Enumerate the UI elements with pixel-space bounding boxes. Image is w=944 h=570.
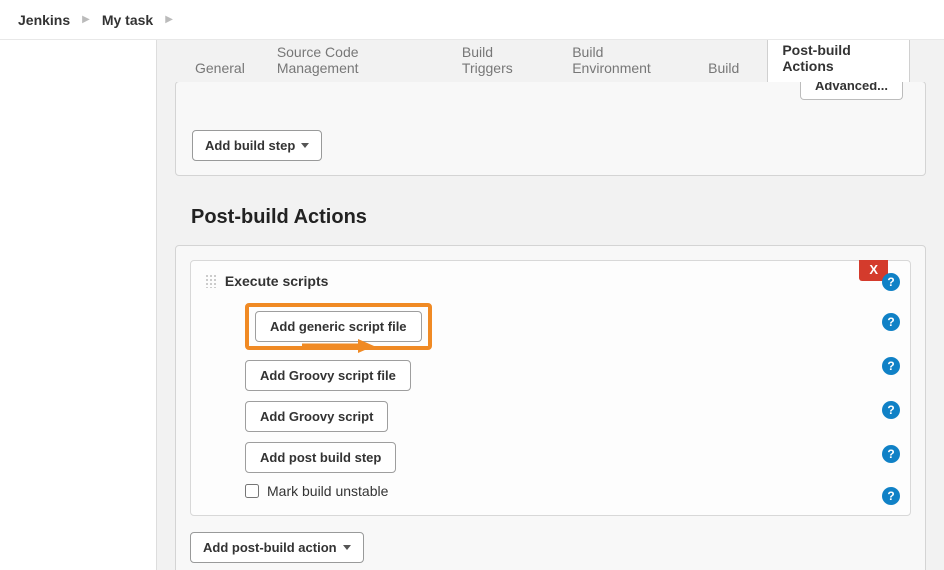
add-generic-script-file-button[interactable]: Add generic script file [255, 311, 422, 342]
help-icon[interactable]: ? [882, 357, 900, 375]
add-post-build-step-button[interactable]: Add post build step [245, 442, 396, 473]
tab-scm[interactable]: Source Code Management [273, 40, 434, 82]
tab-build-environment[interactable]: Build Environment [568, 40, 680, 82]
caret-down-icon [343, 545, 351, 550]
add-build-step-label: Add build step [205, 138, 295, 153]
drag-handle-icon[interactable] [205, 274, 217, 288]
add-post-build-action-button[interactable]: Add post-build action [190, 532, 364, 563]
help-icon[interactable]: ? [882, 273, 900, 291]
add-groovy-script-button[interactable]: Add Groovy script [245, 401, 388, 432]
tab-build-triggers[interactable]: Build Triggers [458, 40, 544, 82]
sidebar [0, 40, 156, 570]
help-icon[interactable]: ? [882, 313, 900, 331]
help-icon[interactable]: ? [882, 401, 900, 419]
breadcrumb: Jenkins ▶ My task ▶ [0, 0, 944, 40]
caret-down-icon [301, 143, 309, 148]
chevron-right-icon: ▶ [82, 14, 90, 25]
add-groovy-script-file-button[interactable]: Add Groovy script file [245, 360, 411, 391]
tab-general[interactable]: General [191, 54, 249, 82]
post-build-panel: X Execute scripts ? Add generic script f… [175, 245, 926, 570]
execute-scripts-header: Execute scripts [205, 273, 896, 289]
chevron-right-icon: ▶ [165, 14, 173, 25]
add-build-step-button[interactable]: Add build step [192, 130, 322, 161]
highlight-callout: Add generic script file [245, 303, 432, 350]
help-icon[interactable]: ? [882, 487, 900, 505]
main-panel: General Source Code Management Build Tri… [156, 40, 944, 570]
tab-build[interactable]: Build [704, 54, 743, 82]
execute-scripts-label: Execute scripts [225, 273, 329, 289]
build-section: Advanced... Add build step [175, 81, 926, 176]
config-tabs: General Source Code Management Build Tri… [157, 40, 944, 82]
add-post-build-action-label: Add post-build action [203, 540, 337, 555]
breadcrumb-item[interactable]: My task [102, 12, 153, 28]
breadcrumb-root[interactable]: Jenkins [18, 12, 70, 28]
post-build-actions-title: Post-build Actions [191, 206, 944, 229]
mark-build-unstable-label: Mark build unstable [267, 483, 388, 499]
mark-build-unstable-checkbox[interactable] [245, 484, 259, 498]
execute-scripts-block: X Execute scripts ? Add generic script f… [190, 260, 911, 516]
tab-post-build-actions[interactable]: Post-build Actions [767, 40, 910, 82]
help-icon[interactable]: ? [882, 445, 900, 463]
